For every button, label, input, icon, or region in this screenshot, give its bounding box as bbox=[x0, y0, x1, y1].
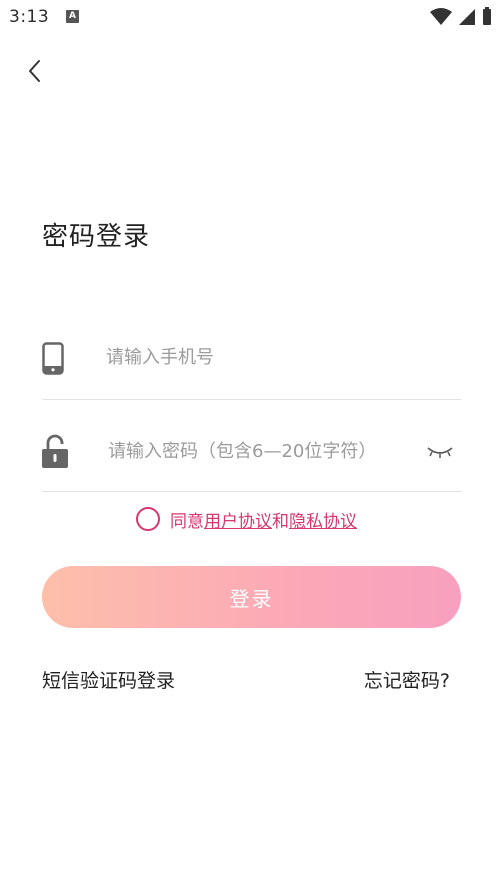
privacy-agreement-link[interactable]: 隐私协议 bbox=[289, 512, 357, 532]
wifi-icon bbox=[430, 8, 452, 25]
status-time: 3:13 bbox=[9, 7, 50, 27]
agreement-text: 同意用户协议和隐私协议 bbox=[170, 507, 357, 532]
agreement-prefix: 同意 bbox=[170, 511, 204, 532]
phone-input[interactable] bbox=[106, 342, 416, 372]
status-bar: 3:13 A bbox=[0, 0, 503, 34]
back-button[interactable] bbox=[20, 56, 50, 86]
sms-login-link[interactable]: 短信验证码登录 bbox=[42, 666, 175, 693]
eye-closed-icon[interactable] bbox=[427, 444, 453, 460]
password-field bbox=[42, 422, 461, 492]
login-button[interactable]: 登录 bbox=[42, 566, 461, 628]
notification-a-icon: A bbox=[66, 10, 79, 23]
page-title: 密码登录 bbox=[42, 222, 151, 252]
phone-field bbox=[42, 330, 461, 400]
phone-icon bbox=[42, 342, 64, 375]
unlock-icon bbox=[42, 434, 68, 468]
user-agreement-link[interactable]: 用户协议 bbox=[204, 512, 272, 532]
signal-icon bbox=[459, 9, 475, 25]
agreement-connector: 和 bbox=[272, 511, 289, 532]
agree-checkbox[interactable] bbox=[136, 507, 160, 531]
battery-icon bbox=[483, 7, 491, 25]
password-input[interactable] bbox=[108, 436, 438, 466]
forgot-password-link[interactable]: 忘记密码? bbox=[364, 666, 450, 693]
status-icons bbox=[430, 7, 491, 25]
chevron-left-icon bbox=[29, 60, 40, 82]
agreement-row: 同意用户协议和隐私协议 bbox=[136, 506, 357, 532]
